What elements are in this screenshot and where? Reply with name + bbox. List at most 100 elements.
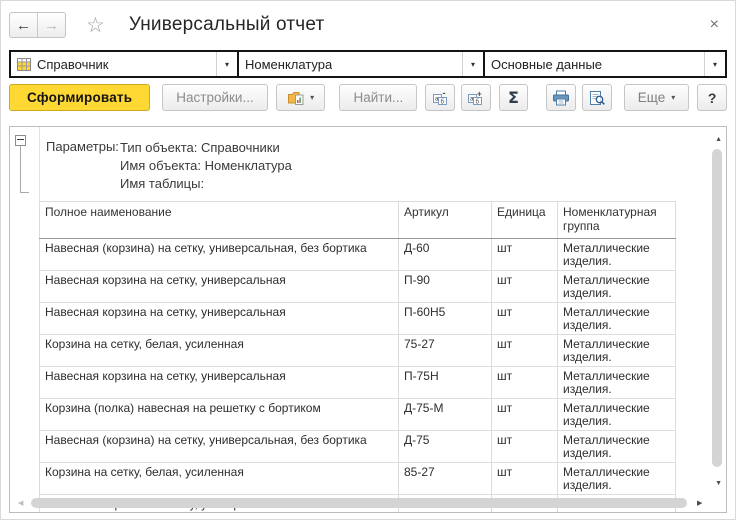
table-row: Навесная корзина на сетку, универсальная…	[40, 367, 676, 399]
cell-group[interactable]: Металлические изделия.	[558, 399, 676, 431]
print-preview-icon	[588, 90, 606, 106]
scroll-right-icon[interactable]: ▶	[697, 500, 702, 507]
group-bracket-line	[20, 146, 21, 192]
cell-group[interactable]: Металлические изделия.	[558, 271, 676, 303]
data-kind-combo[interactable]: Основные данные ▾	[483, 52, 725, 76]
cell-full-name[interactable]: Навесная корзина на сетку, универсальная	[40, 303, 399, 335]
help-button[interactable]: ?	[697, 84, 727, 111]
collapse-group-toggle[interactable]	[15, 135, 26, 146]
cell-unit[interactable]: шт	[492, 335, 558, 367]
generate-button[interactable]: Сформировать	[9, 84, 150, 111]
cell-article[interactable]: Д-75-М	[399, 399, 492, 431]
cell-article[interactable]: П-60Н5	[399, 303, 492, 335]
svg-text:-: -	[442, 90, 445, 98]
cell-article[interactable]: Д-75	[399, 431, 492, 463]
parameters-values: Тип объекта: Справочники Имя объекта: Но…	[120, 139, 292, 193]
expand-groups-icon: а б +	[467, 90, 484, 106]
svg-text:б: б	[440, 99, 444, 105]
parameter-line: Имя объекта: Номенклатура	[120, 157, 292, 175]
svg-text:+: +	[477, 90, 482, 99]
sigma-icon: Σ	[508, 88, 519, 107]
cell-group[interactable]: Металлические изделия.	[558, 367, 676, 399]
object-name-combo[interactable]: Номенклатура ▾	[237, 52, 483, 76]
object-name-value: Номенклатура	[245, 57, 332, 72]
cell-full-name[interactable]: Корзина (полка) навесная на решетку с бо…	[40, 399, 399, 431]
find-button[interactable]: Найти...	[339, 84, 417, 111]
cell-article[interactable]: 75-27	[399, 335, 492, 367]
cell-full-name[interactable]: Корзина на сетку, белая, усиленная	[40, 335, 399, 367]
expand-groups-button[interactable]: а б +	[461, 84, 491, 111]
table-row: Корзина на сетку, белая, усиленная 75-27…	[40, 335, 676, 367]
more-button[interactable]: Еще ▾	[624, 84, 689, 111]
printer-icon	[552, 90, 570, 106]
close-icon[interactable]: ×	[706, 17, 723, 33]
table-row: Навесная корзина на сетку, универсальная…	[40, 303, 676, 335]
cell-group[interactable]: Металлические изделия.	[558, 335, 676, 367]
report-parameters: Параметры: Тип объекта: Справочники Имя …	[46, 139, 292, 193]
chevron-down-icon[interactable]: ▾	[462, 52, 483, 76]
back-button[interactable]: ←	[10, 13, 37, 37]
report-table: Полное наименование Артикул Единица Номе…	[39, 201, 676, 513]
cell-article[interactable]: 85-27	[399, 463, 492, 495]
group-bracket-hook	[20, 192, 29, 193]
cell-unit[interactable]: шт	[492, 431, 558, 463]
chevron-down-icon: ▾	[671, 93, 675, 102]
universal-report-window: ← → ☆ Универсальный отчет × Справочник ▾…	[0, 0, 736, 520]
more-label: Еще	[638, 90, 665, 105]
scroll-down-icon[interactable]: ▼	[715, 480, 722, 487]
column-header-full-name[interactable]: Полное наименование	[40, 202, 399, 239]
column-header-group[interactable]: Номенклатурная группа	[558, 202, 676, 239]
cell-full-name[interactable]: Навесная (корзина) на сетку, универсальн…	[40, 431, 399, 463]
cell-group[interactable]: Металлические изделия.	[558, 431, 676, 463]
cell-unit[interactable]: шт	[492, 399, 558, 431]
cell-article[interactable]: П-75Н	[399, 367, 492, 399]
table-row: Корзина на сетку, белая, усиленная 85-27…	[40, 463, 676, 495]
cell-unit[interactable]: шт	[492, 303, 558, 335]
page-title: Универсальный отчет	[129, 14, 325, 36]
collapse-groups-button[interactable]: а б -	[425, 84, 455, 111]
table-header-row: Полное наименование Артикул Единица Номе…	[40, 202, 676, 239]
table-row: Корзина (полка) навесная на решетку с бо…	[40, 399, 676, 431]
cell-unit[interactable]: шт	[492, 239, 558, 271]
report-toolbar: Сформировать Настройки... ▾ Найти... а б…	[9, 84, 727, 111]
cell-unit[interactable]: шт	[492, 367, 558, 399]
settings-button[interactable]: Настройки...	[162, 84, 267, 111]
cell-article[interactable]: Д-60	[399, 239, 492, 271]
gutter-divider	[39, 127, 40, 201]
nav-history-group: ← →	[9, 12, 66, 38]
print-button[interactable]	[546, 84, 576, 111]
forward-button[interactable]: →	[37, 13, 65, 37]
report-variant-button[interactable]: ▾	[276, 84, 326, 111]
report-source-selectors: Справочник ▾ Номенклатура ▾ Основные дан…	[9, 50, 727, 78]
column-header-unit[interactable]: Единица	[492, 202, 558, 239]
cell-full-name[interactable]: Корзина на сетку, белая, усиленная	[40, 463, 399, 495]
scroll-up-icon[interactable]: ▲	[715, 136, 722, 143]
report-variant-folder-icon	[287, 90, 305, 106]
data-kind-value: Основные данные	[491, 57, 602, 72]
vertical-scrollbar-thumb[interactable]	[712, 149, 722, 467]
column-header-article[interactable]: Артикул	[399, 202, 492, 239]
favorite-star-icon[interactable]: ☆	[86, 15, 105, 36]
cell-full-name[interactable]: Навесная (корзина) на сетку, универсальн…	[40, 239, 399, 271]
chevron-down-icon[interactable]: ▾	[704, 52, 725, 76]
horizontal-scrollbar-thumb[interactable]	[31, 498, 687, 508]
cell-group[interactable]: Металлические изделия.	[558, 239, 676, 271]
cell-unit[interactable]: шт	[492, 271, 558, 303]
table-row: Навесная (корзина) на сетку, универсальн…	[40, 239, 676, 271]
cell-group[interactable]: Металлические изделия.	[558, 463, 676, 495]
chevron-down-icon[interactable]: ▾	[216, 52, 237, 76]
cell-full-name[interactable]: Навесная корзина на сетку, универсальная	[40, 367, 399, 399]
cell-group[interactable]: Металлические изделия.	[558, 303, 676, 335]
preview-button[interactable]	[582, 84, 612, 111]
scroll-left-icon[interactable]: ◀	[18, 500, 23, 507]
object-type-combo[interactable]: Справочник ▾	[11, 52, 237, 76]
table-row: Навесная корзина на сетку, универсальная…	[40, 271, 676, 303]
cell-unit[interactable]: шт	[492, 463, 558, 495]
parameters-label: Параметры:	[46, 139, 120, 193]
sum-button[interactable]: Σ	[499, 84, 529, 111]
parameter-line: Имя таблицы:	[120, 175, 292, 193]
parameter-line: Тип объекта: Справочники	[120, 139, 292, 157]
titlebar: ← → ☆ Универсальный отчет ×	[1, 1, 735, 47]
cell-full-name[interactable]: Навесная корзина на сетку, универсальная	[40, 271, 399, 303]
cell-article[interactable]: П-90	[399, 271, 492, 303]
